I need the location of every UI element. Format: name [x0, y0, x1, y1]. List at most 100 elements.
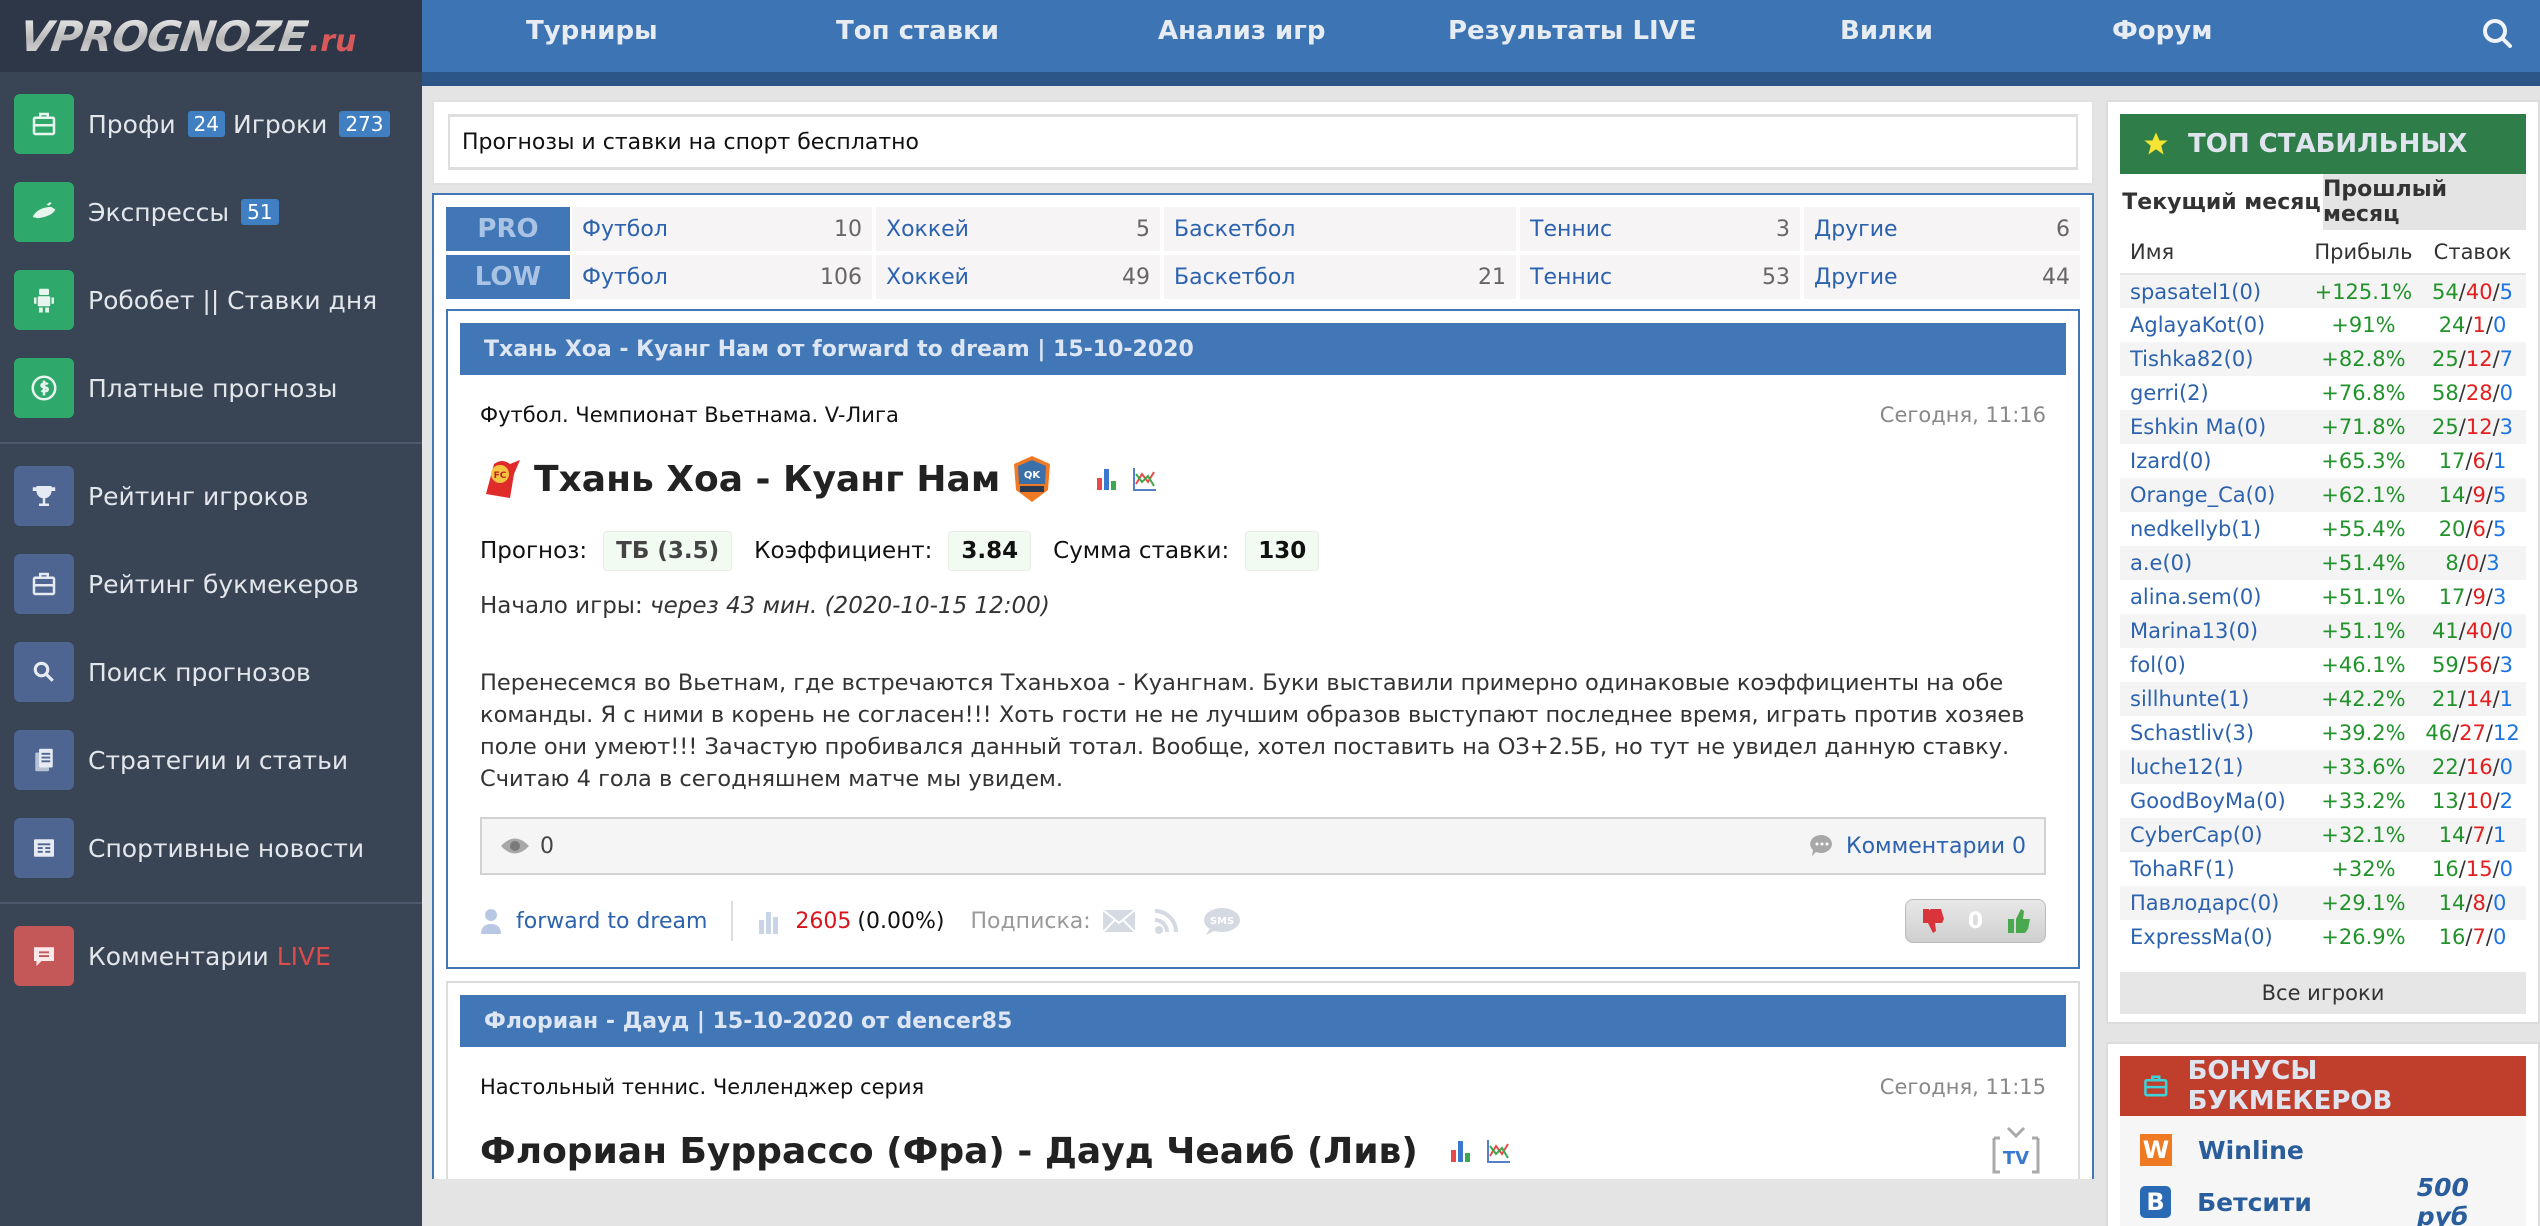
player-name-link[interactable]: Павлодарс(0) [2120, 886, 2308, 920]
bets-lost: 7 [2472, 925, 2486, 949]
player-name-link[interactable]: luche12(1) [2120, 750, 2308, 784]
tv-broadcast-icon[interactable]: TV [1986, 1126, 2046, 1176]
nav-forum[interactable]: Форум [2112, 16, 2212, 46]
stats-bar-chart-icon[interactable] [1094, 466, 1120, 492]
separator: / [2485, 517, 2493, 541]
player-name-link[interactable]: alina.sem(0) [2120, 580, 2308, 614]
sidebar-item-pro-players[interactable]: Профи 24 Игроки 273 [0, 80, 422, 168]
line-chart-icon[interactable] [1132, 466, 1158, 492]
separator: / [2492, 415, 2500, 439]
vote-widget: 0 [1904, 899, 2046, 943]
nav-forks[interactable]: Вилки [1840, 16, 1933, 46]
author-link[interactable]: forward to dream [516, 909, 707, 934]
search-icon[interactable] [2478, 14, 2518, 54]
player-name-link[interactable]: CyberCap(0) [2120, 818, 2308, 852]
chat-bubble-icon [14, 926, 74, 986]
bets-lost: 6 [2472, 449, 2486, 473]
player-name-link[interactable]: gerri(2) [2120, 376, 2308, 410]
separator: / [2465, 483, 2473, 507]
player-name-link[interactable]: spasatel1(0) [2120, 274, 2308, 308]
thumbs-down-icon[interactable] [1920, 907, 1946, 935]
sidebar-item-strategies[interactable]: Стратегии и статьи [0, 716, 422, 804]
sidebar-item-sports-news[interactable]: Спортивные новости [0, 804, 422, 892]
player-name-link[interactable]: fol(0) [2120, 648, 2308, 682]
bets-lost: 12 [2465, 347, 2493, 371]
forecast-header[interactable]: Тхань Хоа - Куанг Нам от forward to drea… [460, 323, 2066, 375]
bets-returned: 0 [2499, 619, 2514, 643]
subscribe-label: Подписка: [970, 908, 1091, 934]
player-name-link[interactable]: ExpressMa(0) [2120, 920, 2308, 954]
sidebar-item-robobet[interactable]: Робобет || Ставки дня [0, 256, 422, 344]
category-cell[interactable]: Теннис 53 [1520, 255, 1800, 299]
category-cell[interactable]: Хоккей 49 [876, 255, 1160, 299]
player-name-link[interactable]: Izard(0) [2120, 444, 2308, 478]
category-cell[interactable]: Другие 6 [1804, 207, 2080, 251]
tab-current-month[interactable]: Текущий месяц [2120, 174, 2323, 230]
bonus-item[interactable]: B Бетсити 500 руб [2140, 1173, 2526, 1226]
player-name-link[interactable]: Orange_Ca(0) [2120, 478, 2308, 512]
separator: / [2458, 687, 2466, 711]
player-name-link[interactable]: Tishka82(0) [2120, 342, 2308, 376]
player-profit: +33.2% [2321, 789, 2406, 813]
category-name: Теннис [1530, 264, 1613, 290]
player-name-link[interactable]: Marina13(0) [2120, 614, 2308, 648]
category-cell[interactable]: Другие 44 [1804, 255, 2080, 299]
sidebar-item-paid-forecasts[interactable]: Платные прогнозы [0, 344, 422, 432]
player-profit: +51.1% [2321, 585, 2406, 609]
category-cell[interactable]: Хоккей 5 [876, 207, 1160, 251]
table-row: a.e(0) +51.4% 8/0/3 [2120, 546, 2526, 580]
nav-game-analysis[interactable]: Анализ игр [1158, 16, 1325, 46]
sidebar-item-player-rating[interactable]: Рейтинг игроков [0, 452, 422, 540]
author-percent: (0.00%) [857, 908, 945, 934]
nav-live-results[interactable]: Результаты LIVE [1448, 16, 1697, 46]
category-cell[interactable]: Футбол 106 [572, 255, 872, 299]
match-title[interactable]: Тхань Хоа - Куанг Нам [534, 459, 1000, 500]
tab-last-month[interactable]: Прошлый месяц [2323, 174, 2526, 230]
player-name-link[interactable]: nedkellyb(1) [2120, 512, 2308, 546]
nav-tournaments[interactable]: Турниры [526, 16, 658, 46]
stats-bar-chart-icon[interactable] [1448, 1138, 1474, 1164]
match-title[interactable]: Флориан Буррассо (Фра) - Дауд Чеаиб (Лив… [480, 1131, 1418, 1172]
separator: / [2485, 585, 2493, 609]
thumbs-up-icon[interactable] [2005, 907, 2031, 935]
email-icon[interactable] [1101, 906, 1137, 936]
bets-won: 25 [2432, 415, 2459, 439]
player-name-link[interactable]: sillhunte(1) [2120, 682, 2308, 716]
player-profit: +76.8% [2321, 381, 2406, 405]
category-label[interactable]: LOW [446, 255, 570, 299]
sidebar-item-bookmaker-rating[interactable]: Рейтинг букмекеров [0, 540, 422, 628]
sidebar-item-express[interactable]: Экспрессы 51 [0, 168, 422, 256]
category-cell[interactable]: Баскетбол 21 [1164, 255, 1516, 299]
category-cell[interactable]: Баскетбол [1164, 207, 1516, 251]
player-name-link[interactable]: Schastliv(3) [2120, 716, 2308, 750]
nav-top-bets[interactable]: Топ ставки [836, 16, 999, 46]
forecast-header[interactable]: Флориан - Дауд | 15-10-2020 от dencer85 [460, 995, 2066, 1047]
player-name-link[interactable]: a.e(0) [2120, 546, 2308, 580]
divider [731, 901, 734, 941]
separator: / [2458, 279, 2466, 304]
sidebar-item-search-forecasts[interactable]: Поиск прогнозов [0, 628, 422, 716]
player-name-link[interactable]: TohaRF(1) [2120, 852, 2308, 886]
player-name-link[interactable]: Eshkin Ma(0) [2120, 410, 2308, 444]
bets-lost: 15 [2465, 857, 2493, 881]
dollar-coin-icon [14, 358, 74, 418]
player-name-link[interactable]: GoodBoyMa(0) [2120, 784, 2308, 818]
player-name-link[interactable]: AglayaKot(0) [2120, 308, 2308, 342]
logo-text: VPROGNOZE [16, 11, 311, 61]
all-players-button[interactable]: Все игроки [2120, 972, 2526, 1014]
comments-link[interactable]: Комментарии 0 [1846, 834, 2026, 859]
category-label[interactable]: PRO [446, 207, 570, 251]
category-cell[interactable]: Теннис 3 [1520, 207, 1800, 251]
bonus-item[interactable]: W Winline [2140, 1124, 2526, 1176]
sms-icon[interactable]: SMS [1201, 906, 1243, 936]
bets-lost: 6 [2472, 517, 2486, 541]
category-cell[interactable]: Футбол 10 [572, 207, 872, 251]
forecast-sport: Футбол. Чемпионат Вьетнама. V-Лига [480, 403, 899, 427]
line-chart-icon[interactable] [1486, 1138, 1512, 1164]
player-profit: +39.2% [2321, 721, 2406, 745]
briefcase-icon [14, 554, 74, 614]
sidebar-item-comments-live[interactable]: Комментарии LIVE [0, 912, 422, 1000]
separator: / [2485, 891, 2493, 915]
site-logo[interactable]: VPROGNOZE .ru [0, 0, 422, 72]
rss-icon[interactable] [1151, 906, 1187, 936]
